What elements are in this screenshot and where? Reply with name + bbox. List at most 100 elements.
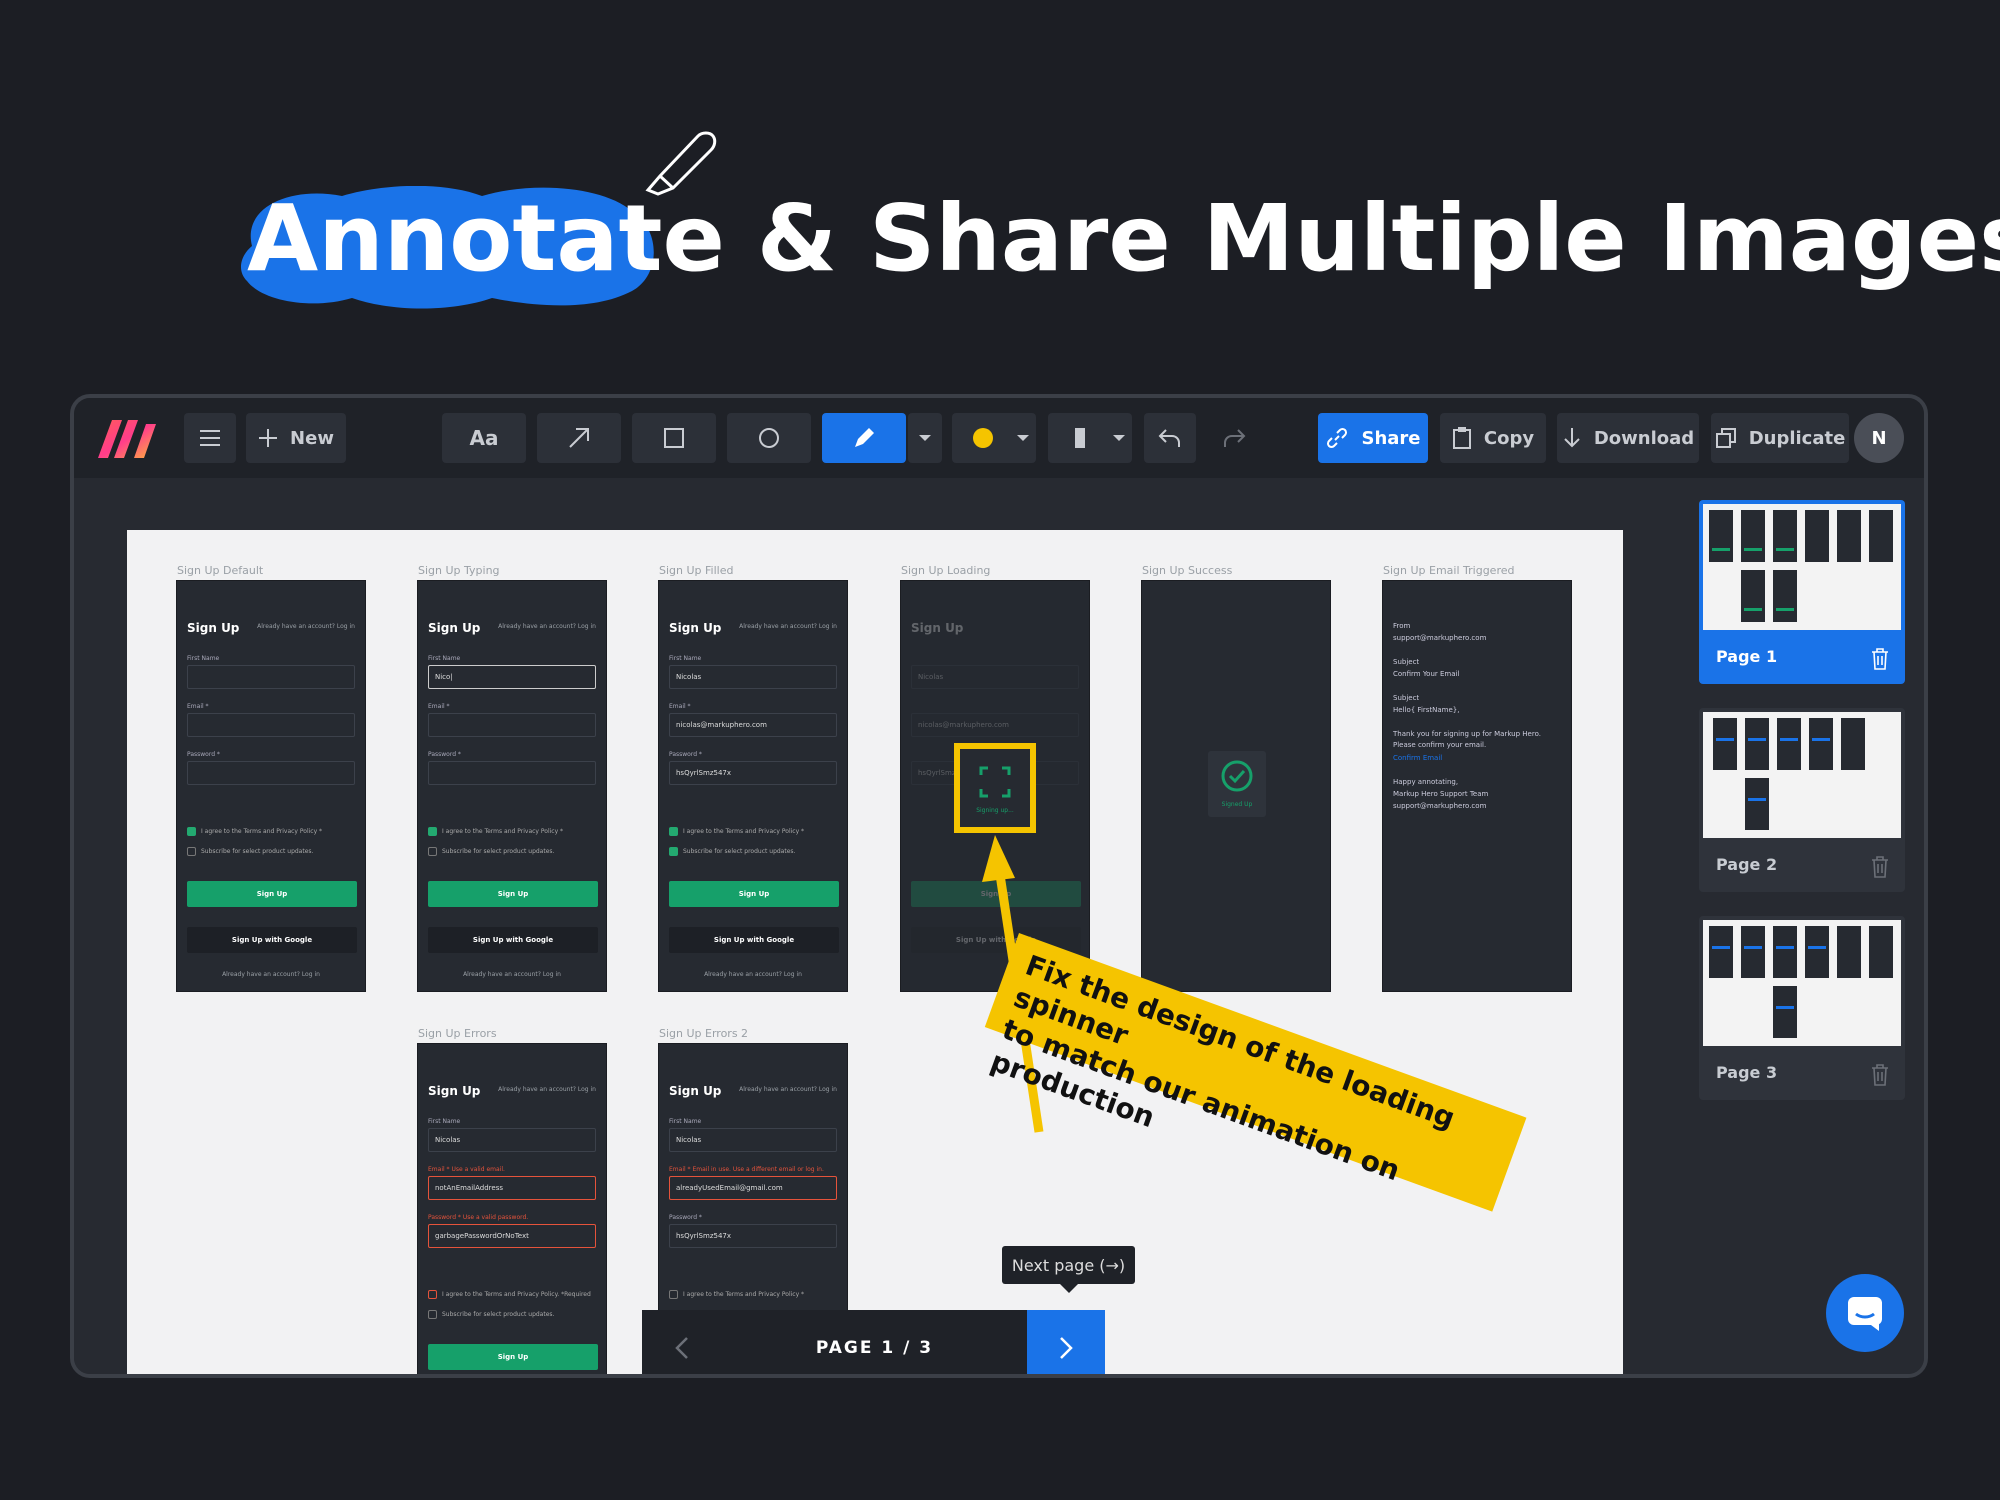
password-input — [187, 761, 355, 785]
agree-text: I agree to the Terms and Privacy Policy … — [683, 1291, 805, 1298]
frame-label: Sign Up Errors 2 — [659, 1027, 749, 1040]
phone-title: Sign Up — [428, 621, 481, 635]
chat-support-button[interactable] — [1826, 1274, 1904, 1352]
rectangle-tool-button[interactable] — [632, 413, 716, 463]
frame-label: Sign Up Errors — [418, 1027, 497, 1040]
loading-spinner-icon — [979, 766, 1011, 798]
share-button[interactable]: Share — [1318, 413, 1428, 463]
google-signup-button: Sign Up with Google — [187, 927, 357, 953]
email-input — [428, 713, 596, 737]
email-signoff-3: support@markuphero.com — [1393, 802, 1487, 810]
first-name-label: First Name — [187, 655, 220, 662]
redo-button[interactable] — [1208, 413, 1260, 463]
subscribe-text: Subscribe for select product updates. — [442, 848, 555, 855]
pen-options-dropdown[interactable] — [908, 413, 942, 463]
color-swatch-icon — [973, 428, 1029, 448]
undo-button[interactable] — [1144, 413, 1196, 463]
trash-icon[interactable] — [1871, 856, 1889, 878]
subscribe-checkbox — [428, 847, 437, 856]
phone-footer: Already have an account? Log in — [222, 971, 320, 978]
first-name-label: First Name — [669, 655, 702, 662]
first-name-input: Nicolas — [428, 1128, 596, 1152]
subscribe-checkbox — [669, 847, 678, 856]
link-icon — [1327, 427, 1348, 449]
email-subject-label: Subject — [1393, 658, 1420, 666]
duplicate-button[interactable]: Duplicate — [1711, 413, 1849, 463]
trash-icon[interactable] — [1871, 648, 1889, 670]
share-label: Share — [1361, 427, 1421, 449]
trash-icon[interactable] — [1871, 1064, 1889, 1086]
email-greeting: Hello{ FirstName}, — [1393, 706, 1460, 714]
page-thumbnail-2[interactable]: Page 2 — [1699, 708, 1905, 892]
menu-button[interactable] — [184, 413, 236, 463]
download-icon — [1564, 428, 1580, 448]
text-tool-label: Aa — [469, 426, 499, 450]
password-input-error: garbagePasswordOrNoText — [428, 1224, 596, 1248]
arrow-icon — [569, 428, 589, 448]
plus-icon — [259, 429, 278, 447]
copy-button[interactable]: Copy — [1440, 413, 1546, 463]
email-label: Email * — [187, 703, 209, 710]
color-picker-button[interactable] — [952, 413, 1036, 463]
user-avatar[interactable]: N — [1854, 413, 1904, 463]
first-name-input — [187, 665, 355, 689]
agree-checkbox — [428, 1290, 437, 1299]
stroke-width-button[interactable] — [1048, 413, 1132, 463]
workspace: Sign Up Default Sign Up Typing Sign Up F… — [74, 478, 1674, 1374]
hamburger-icon — [200, 430, 220, 446]
page-thumbnail-3[interactable]: Page 3 — [1699, 916, 1905, 1100]
subscribe-text: Subscribe for select product updates. — [683, 848, 796, 855]
first-name-label: First Name — [428, 1118, 461, 1125]
phone-frame-success: Signed Up — [1141, 580, 1331, 992]
page-thumbnail-image — [1703, 920, 1901, 1046]
agree-error-text: I agree to the Terms and Privacy Policy.… — [442, 1291, 591, 1298]
frame-label: Sign Up Typing — [418, 564, 500, 577]
arrow-tool-button[interactable] — [537, 413, 621, 463]
page-thumbnail-image — [1703, 712, 1901, 838]
phone-frame-filled: Sign Up Already have an account? Log in … — [658, 580, 848, 992]
signup-button: Sign Up — [669, 881, 839, 907]
phone-frame-errors: Sign Up Already have an account? Log in … — [417, 1043, 607, 1374]
phone-login-link: Already have an account? Log in — [498, 1086, 596, 1093]
text-tool-button[interactable]: Aa — [442, 413, 526, 463]
circle-icon — [759, 428, 779, 448]
phone-title: Sign Up — [428, 1084, 481, 1098]
ellipse-tool-button[interactable] — [727, 413, 811, 463]
new-button[interactable]: New — [246, 413, 346, 463]
subscribe-text: Subscribe for select product updates. — [442, 1311, 555, 1318]
pen-tool-button[interactable] — [822, 413, 906, 463]
signup-button: Sign Up — [187, 881, 357, 907]
page-thumbnail-1[interactable]: Page 1 — [1699, 500, 1905, 684]
google-signup-button: Sign Up with Google — [428, 927, 598, 953]
first-name-label: First Name — [428, 655, 461, 662]
phone-title: Sign Up — [669, 621, 722, 635]
email-error-label: Email * Use a valid email. — [428, 1166, 505, 1173]
success-card: Signed Up — [1208, 751, 1266, 817]
email-input-error: alreadyUsedEmail@gmail.com — [669, 1176, 837, 1200]
agree-text: I agree to the Terms and Privacy Policy … — [201, 828, 323, 835]
signup-button: Sign Up — [428, 881, 598, 907]
phone-frame-default: Sign Up Already have an account? Log in … — [176, 580, 366, 992]
page-label: Page 3 — [1716, 1063, 1778, 1082]
success-text: Signed Up — [1221, 801, 1253, 808]
password-input — [428, 761, 596, 785]
email-signoff-2: Markup Hero Support Team — [1393, 790, 1489, 798]
frame-label: Sign Up Default — [177, 564, 264, 577]
prev-page-button[interactable] — [642, 1310, 722, 1374]
new-label: New — [290, 427, 334, 449]
headline-rest: & Share Multiple Images — [724, 185, 2000, 292]
page-label: Page 1 — [1716, 647, 1778, 666]
pen-icon — [855, 428, 874, 447]
download-button[interactable]: Download — [1557, 413, 1699, 463]
email-label: Email * — [669, 703, 691, 710]
next-page-button[interactable] — [1027, 1310, 1105, 1374]
check-circle-icon — [1221, 760, 1253, 792]
agree-text: I agree to the Terms and Privacy Policy … — [683, 828, 805, 835]
annotation-highlight-box[interactable]: Signing up... — [954, 743, 1036, 833]
canvas-image[interactable]: Sign Up Default Sign Up Typing Sign Up F… — [127, 530, 1623, 1374]
first-name-input: Nicolas — [669, 665, 837, 689]
first-name-input: Nicolas — [669, 1128, 837, 1152]
frame-label: Sign Up Loading — [901, 564, 991, 577]
download-label: Download — [1593, 427, 1695, 449]
agree-checkbox — [428, 827, 437, 836]
